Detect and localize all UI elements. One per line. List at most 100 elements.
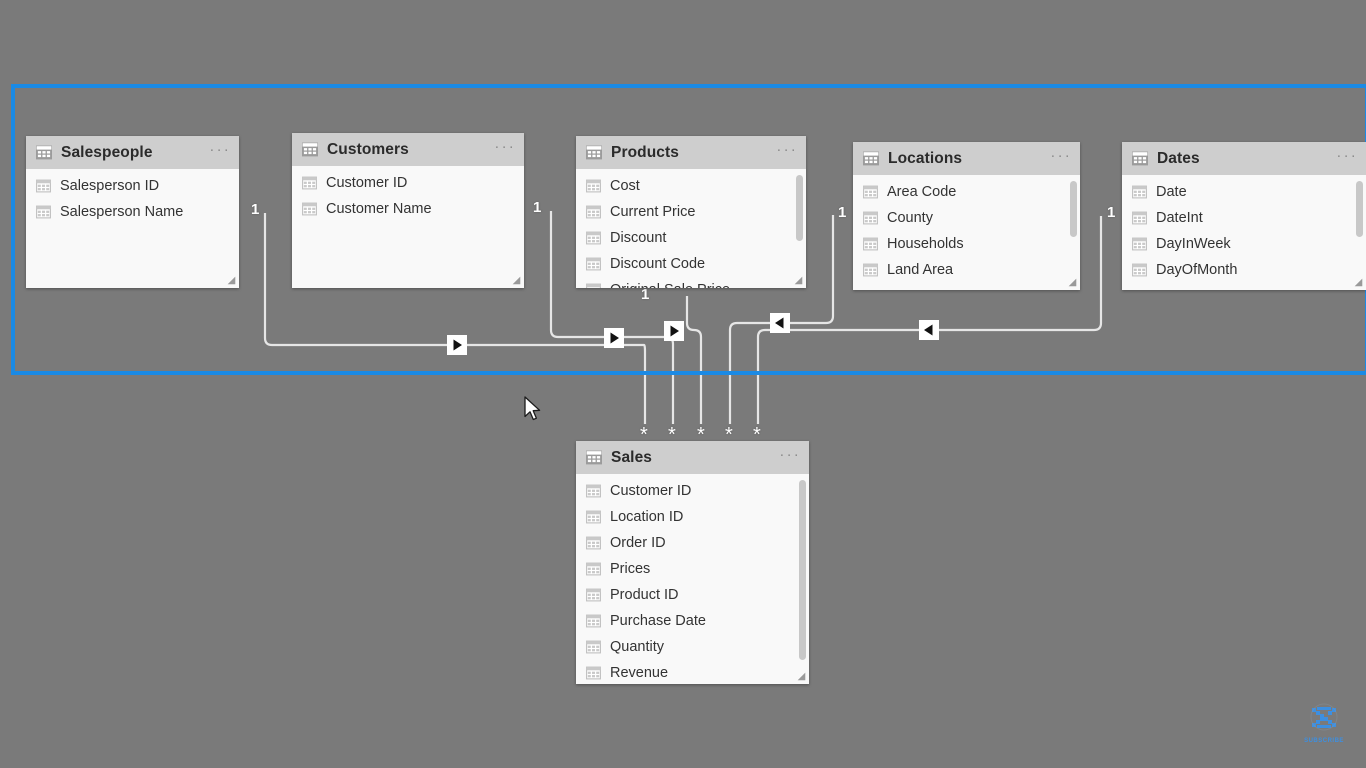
column-icon	[1132, 185, 1147, 199]
cardinality-many-label: *	[753, 424, 761, 446]
table-card-products[interactable]: Products ··· Cost Current Price Discount Disc…	[576, 136, 806, 288]
field-row[interactable]: Original Sale Price	[576, 277, 806, 288]
field-row[interactable]: Salesperson ID	[26, 173, 239, 199]
field-row[interactable]: DateInt	[1122, 205, 1366, 231]
table-field-list[interactable]: Area Code County Households Land Area ◢	[853, 175, 1080, 290]
table-menu-button[interactable]: ···	[779, 447, 801, 465]
arrow-right-icon	[664, 321, 684, 341]
field-row[interactable]: Revenue	[576, 660, 809, 684]
field-label: Salesperson ID	[60, 178, 160, 194]
resize-handle[interactable]: ◢	[796, 671, 807, 682]
field-row[interactable]: Product ID	[576, 582, 809, 608]
field-row[interactable]: Customer Name	[292, 196, 524, 222]
column-icon	[586, 536, 601, 550]
table-icon	[36, 145, 52, 160]
relationship-arrow-markers	[447, 313, 939, 355]
resize-handle[interactable]: ◢	[1067, 277, 1078, 288]
column-icon	[302, 202, 317, 216]
table-header-locations[interactable]: Locations ···	[853, 142, 1080, 175]
table-card-customers[interactable]: Customers ··· Customer ID Customer Name ◢	[292, 133, 524, 288]
field-row[interactable]: Quantity	[576, 634, 809, 660]
resize-handle[interactable]: ◢	[793, 275, 804, 286]
table-card-salespeople[interactable]: Salespeople ··· Salesperson ID Salesperson …	[26, 136, 239, 288]
table-title: Salespeople	[61, 143, 153, 161]
cardinality-one-label: 1	[251, 201, 260, 218]
table-menu-button[interactable]: ···	[494, 139, 516, 157]
cardinality-many-label: *	[640, 424, 648, 446]
table-menu-button[interactable]: ···	[209, 142, 231, 160]
table-header-products[interactable]: Products ···	[576, 136, 806, 169]
table-field-list[interactable]: Customer ID Customer Name ◢	[292, 166, 524, 288]
field-row[interactable]: Cost	[576, 173, 806, 199]
resize-handle[interactable]: ◢	[1353, 277, 1364, 288]
field-label: Area Code	[887, 184, 957, 200]
table-header-customers[interactable]: Customers ···	[292, 133, 524, 166]
field-row[interactable]: DayInWeek	[1122, 231, 1366, 257]
table-menu-button[interactable]: ···	[776, 142, 798, 160]
field-label: Revenue	[610, 665, 669, 681]
field-row[interactable]: Date	[1122, 179, 1366, 205]
resize-handle[interactable]: ◢	[511, 275, 522, 286]
field-row[interactable]: Discount Code	[576, 251, 806, 277]
column-icon	[863, 237, 878, 251]
column-icon	[1132, 237, 1147, 251]
relationship-products-sales	[685, 296, 703, 424]
field-row[interactable]: Prices	[576, 556, 809, 582]
field-label: Prices	[610, 561, 651, 577]
arrow-left-icon	[770, 313, 790, 333]
field-label: Purchase Date	[610, 613, 706, 629]
table-scrollbar[interactable]	[1070, 181, 1077, 237]
table-title: Customers	[327, 140, 409, 158]
table-card-dates[interactable]: Dates ··· Date DateInt DayInWeek DayOfMonth ◢	[1122, 142, 1366, 290]
table-scrollbar[interactable]	[799, 480, 806, 660]
table-scrollbar[interactable]	[1356, 181, 1363, 237]
field-row[interactable]: Area Code	[853, 179, 1080, 205]
column-icon	[586, 510, 601, 524]
field-row[interactable]: Customer ID	[292, 170, 524, 196]
table-field-list[interactable]: Date DateInt DayInWeek DayOfMonth ◢	[1122, 175, 1366, 290]
column-icon	[586, 640, 601, 654]
table-header-dates[interactable]: Dates ···	[1122, 142, 1366, 175]
field-label: Current Price	[610, 204, 696, 220]
field-label: County	[887, 210, 933, 226]
field-row[interactable]: Salesperson Name	[26, 199, 239, 225]
field-label: Salesperson Name	[60, 204, 184, 220]
table-card-sales[interactable]: Sales ··· Customer ID Location ID Order ID Pr…	[576, 441, 809, 684]
cardinality-many-label: *	[725, 424, 733, 446]
field-label: Customer ID	[610, 483, 692, 499]
field-row[interactable]: Customer ID	[576, 478, 809, 504]
table-title: Products	[611, 143, 679, 161]
field-row[interactable]: DayOfMonth	[1122, 257, 1366, 283]
resize-handle[interactable]: ◢	[226, 275, 237, 286]
model-view-canvas[interactable]: 1 * 1 * 1 * 1 * 1 * Salespeople ··· Salesperson ID S…	[0, 0, 1366, 768]
table-header-salespeople[interactable]: Salespeople ···	[26, 136, 239, 169]
table-field-list[interactable]: Salesperson ID Salesperson Name ◢	[26, 169, 239, 288]
table-scrollbar[interactable]	[796, 175, 803, 241]
field-row[interactable]: Households	[853, 231, 1080, 257]
table-field-list[interactable]: Cost Current Price Discount Discount Code Or…	[576, 169, 806, 288]
table-field-list[interactable]: Customer ID Location ID Order ID Prices Prod…	[576, 474, 809, 684]
table-card-locations[interactable]: Locations ··· Area Code County Households Lan…	[853, 142, 1080, 290]
dna-icon	[1310, 703, 1338, 731]
column-icon	[586, 666, 601, 680]
table-icon	[586, 145, 602, 160]
field-row[interactable]: Purchase Date	[576, 608, 809, 634]
field-label: Quantity	[610, 639, 664, 655]
table-menu-button[interactable]: ···	[1336, 148, 1358, 166]
table-icon	[1132, 151, 1148, 166]
field-row[interactable]: Land Area	[853, 257, 1080, 283]
column-icon	[863, 263, 878, 277]
cardinality-one-label: 1	[1107, 204, 1116, 221]
field-row[interactable]: County	[853, 205, 1080, 231]
table-menu-button[interactable]: ···	[1050, 148, 1072, 166]
field-row[interactable]: Order ID	[576, 530, 809, 556]
field-label: DateInt	[1156, 210, 1203, 226]
field-label: DayOfMonth	[1156, 262, 1238, 278]
field-row[interactable]: Location ID	[576, 504, 809, 530]
cardinality-one-label: 1	[838, 204, 847, 221]
arrow-left-icon	[919, 320, 939, 340]
cardinality-one-label: 1	[641, 286, 650, 303]
field-row[interactable]: Current Price	[576, 199, 806, 225]
field-row[interactable]: Discount	[576, 225, 806, 251]
table-header-sales[interactable]: Sales ···	[576, 441, 809, 474]
